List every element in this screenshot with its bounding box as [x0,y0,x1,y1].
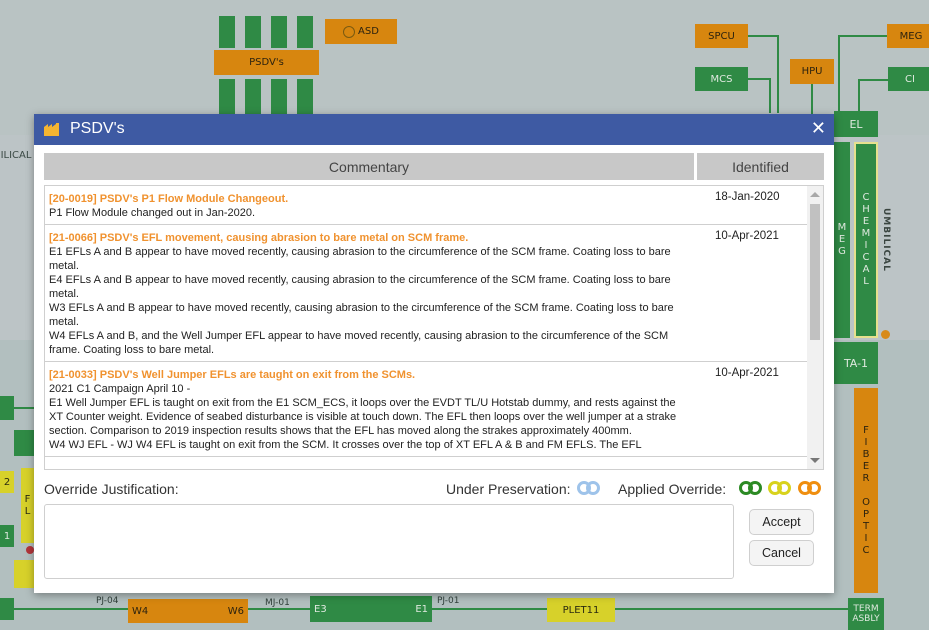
cancel-button[interactable]: Cancel [749,540,814,566]
hpu-block[interactable]: HPU [790,59,834,84]
pipe-line [748,35,778,37]
under-preservation-toggle[interactable] [577,480,601,496]
spcu-block[interactable]: SPCU [695,24,748,48]
applied-override-orange-toggle[interactable] [798,480,822,496]
plet11-block[interactable]: PLET11 [547,598,615,622]
mj01-label: MJ-01 [265,598,290,608]
asd-indicator-icon [343,25,356,38]
num-block[interactable]: 1 [0,525,14,547]
mcs-block[interactable]: MCS [695,67,748,91]
applied-override-yellow-toggle[interactable] [768,480,792,496]
valve-block[interactable] [271,16,287,48]
psdvs-block[interactable]: PSDV's [214,50,319,75]
meg-block[interactable]: MEG [887,24,929,48]
pipe-line [777,35,779,113]
accept-button[interactable]: Accept [749,509,814,535]
valve-block[interactable] [271,79,287,114]
toggle-ring-icon [748,481,762,495]
applied-override-green-toggle[interactable] [739,480,763,496]
table-header: Commentary Identified [44,153,824,180]
valve-block[interactable] [245,79,261,114]
pipe-line [748,78,770,80]
chemical-line-block: CHEMICAL [854,142,878,338]
e3-label: E3 [314,603,327,615]
identified-date: 10-Apr-2021 [715,367,779,379]
fl-block[interactable]: FL [21,468,34,543]
el-block[interactable]: EL [834,111,878,137]
override-justification-input[interactable] [44,504,734,579]
pj04-label: PJ-04 [96,596,119,606]
alarm-dot-icon [26,546,34,554]
term-asbly-block[interactable]: TERM ASBLY [848,598,884,630]
pipe-line [838,35,887,37]
commentary-title[interactable]: [21-0033] PSDV's Well Jumper EFLs are ta… [49,368,803,382]
under-preservation-label: Under Preservation: [446,481,571,497]
commentary-title[interactable]: [21-0066] PSDV's EFL movement, causing a… [49,231,803,245]
asd-block[interactable]: ASD [325,19,397,44]
w4-label: W4 [132,605,149,617]
umbilical-label: UMBILICAL [881,208,891,272]
w6-label: W6 [227,605,244,617]
dialog-title: PSDV's [70,120,125,137]
psdvs-dialog: PSDV's ✕ Commentary Identified [20-0019]… [34,114,834,593]
commentary-row[interactable]: [21-0033] PSDV's Well Jumper EFLs are ta… [45,362,807,457]
connector-dot-icon [881,330,890,339]
override-justification-label: Override Justification: [44,481,179,497]
scroll-down-arrow-icon[interactable] [810,458,820,463]
left-yellow-block[interactable] [14,560,34,588]
identified-date: 10-Apr-2021 [715,230,779,242]
num-block[interactable]: 2 [0,471,14,493]
valve-block[interactable] [297,16,313,48]
commentary-row[interactable]: [21-0066] PSDV's EFL movement, causing a… [45,225,807,362]
column-header-identified[interactable]: Identified [697,153,824,180]
ilical-label: ILICAL [0,149,32,161]
applied-override-label: Applied Override: [618,481,727,497]
pipe-line [838,35,840,113]
factory-icon [44,123,59,136]
pipe-line [858,79,860,113]
term-label: TERM [853,604,879,614]
left-block[interactable] [0,396,14,420]
pipe-line [14,407,34,409]
fiber-optic-block: FIBER OPTIC [854,388,878,593]
commentary-body: E1 EFLs A and B appear to have moved rec… [49,246,674,356]
left-block[interactable] [14,430,34,456]
valve-block[interactable] [245,16,261,48]
ci-block[interactable]: CI [888,67,929,91]
w4-w6-block[interactable]: W4 W6 [128,599,248,623]
identified-date: 18-Jan-2020 [715,191,780,203]
meg-line-block: MEG [834,142,850,338]
commentary-body: P1 Flow Module changed out in Jan-2020. [49,207,256,219]
asbly-label: ASBLY [852,614,880,624]
asd-label: ASD [358,26,379,37]
scroll-thumb[interactable] [810,204,820,340]
pipe-line [858,79,888,81]
e1-label: E1 [415,603,428,615]
e3-e1-block[interactable]: E3 E1 [310,596,432,622]
valve-block[interactable] [219,79,235,114]
pipe-line [769,78,771,113]
toggle-ring-icon [777,481,791,495]
commentary-title[interactable]: [20-0019] PSDV's P1 Flow Module Changeou… [49,192,803,206]
scroll-up-arrow-icon[interactable] [810,192,820,197]
commentary-row[interactable]: [20-0019] PSDV's P1 Flow Module Changeou… [45,186,807,225]
vertical-scrollbar[interactable] [807,186,823,469]
valve-block[interactable] [297,79,313,114]
toggle-ring-icon [586,481,600,495]
close-button[interactable]: ✕ [811,119,826,139]
pipe-line [811,84,813,114]
column-header-commentary[interactable]: Commentary [44,153,694,180]
commentary-list[interactable]: [20-0019] PSDV's P1 Flow Module Changeou… [44,185,824,470]
commentary-body: 2021 C1 Campaign April 10 - E1 Well Jump… [49,383,677,451]
left-block[interactable] [0,598,14,620]
dialog-titlebar: PSDV's ✕ [34,114,834,145]
valve-block[interactable] [219,16,235,48]
toggle-ring-icon [807,481,821,495]
ta1-block[interactable]: TA-1 [834,342,878,384]
pj01-label: PJ-01 [437,596,460,606]
